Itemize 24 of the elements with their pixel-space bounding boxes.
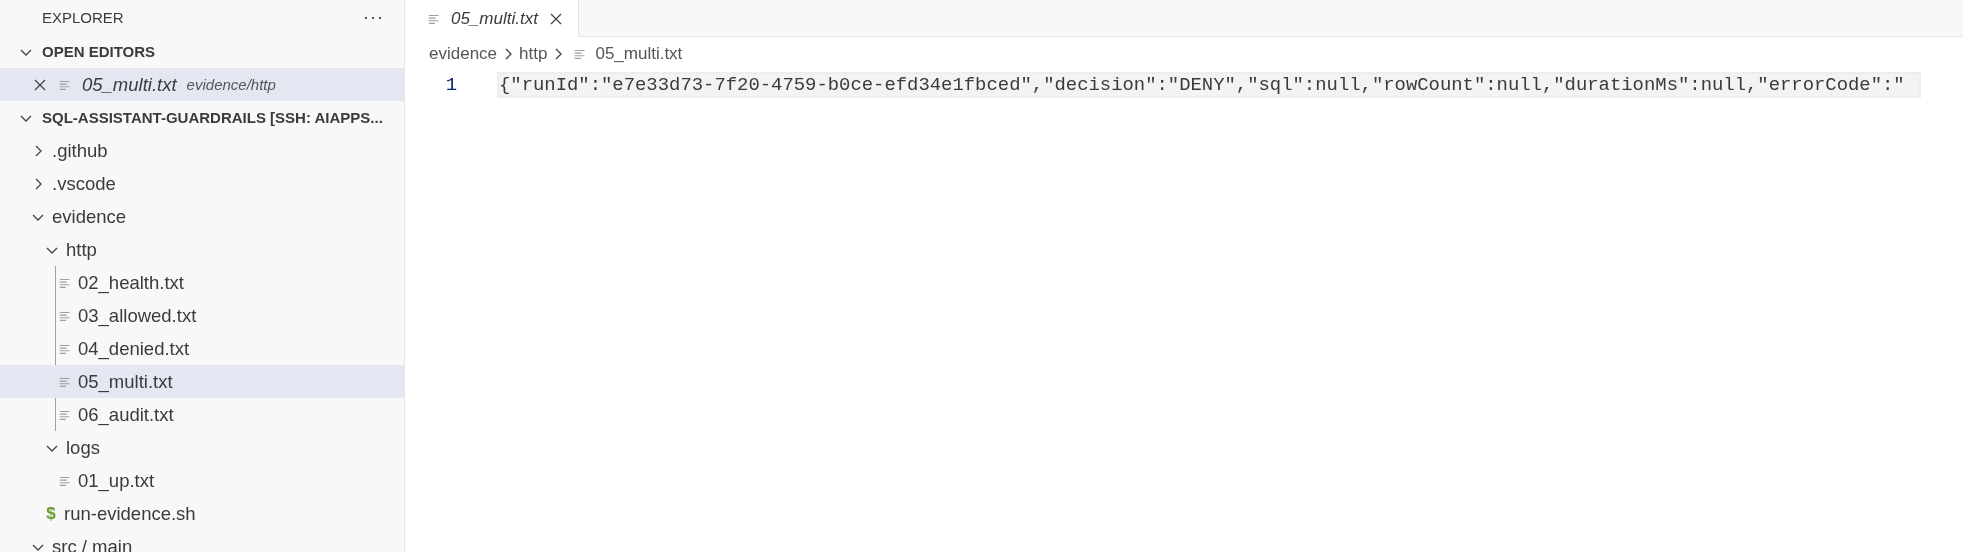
folder-item[interactable]: .vscode — [0, 167, 404, 200]
section-header[interactable]: SQL-ASSISTANT-GUARDRAILS [SSH: AIAPPS... — [0, 101, 404, 134]
panel-title: EXPLORER — [42, 9, 124, 26]
section-header[interactable]: OPEN EDITORS — [0, 35, 404, 68]
file-item[interactable]: 06_audit.txt — [0, 398, 404, 431]
folder-item[interactable]: http — [0, 233, 404, 266]
file-item[interactable]: 05_multi.txt — [0, 365, 404, 398]
folder-item[interactable]: src / main — [0, 530, 404, 552]
file-item[interactable]: 03_allowed.txt — [0, 299, 404, 332]
folder-item[interactable]: .github — [0, 134, 404, 167]
line-number: 1 — [444, 73, 457, 96]
file-item[interactable]: 01_up.txt — [0, 464, 404, 497]
dollar-icon: $ — [44, 503, 58, 524]
editor-tab[interactable]: 05_multi.txt — [405, 0, 579, 37]
more-actions-button[interactable]: ··· — [363, 7, 384, 28]
file-item[interactable]: 04_denied.txt — [0, 332, 404, 365]
open-editor-item[interactable]: 05_multi.txt evidence/http — [0, 68, 404, 101]
breadcrumb-item[interactable]: evidence — [429, 44, 498, 64]
breadcrumb-item[interactable]: 05_multi.txt — [569, 44, 683, 64]
file-item[interactable]: 02_health.txt — [0, 266, 404, 299]
folder-item[interactable]: evidence — [0, 200, 404, 233]
file-item[interactable]: $ run-evidence.sh — [0, 497, 404, 530]
folder-item[interactable]: logs — [0, 431, 404, 464]
breadcrumb-item[interactable]: http — [519, 44, 548, 64]
